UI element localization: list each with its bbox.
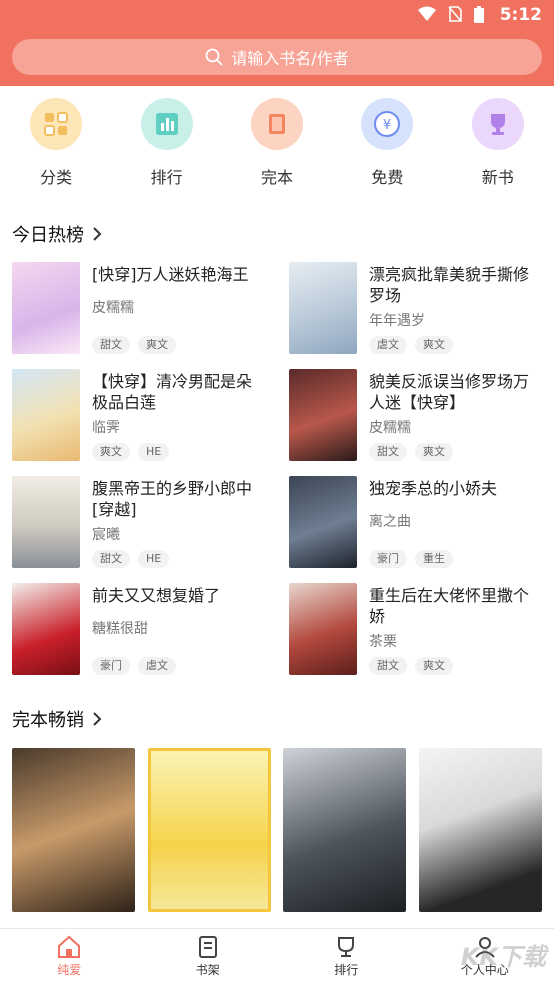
- book-tag: 豪门: [369, 550, 407, 568]
- finished-book-cover[interactable]: [147, 748, 271, 912]
- book-item[interactable]: 【快穿】清冷男配是朵极品白莲 临霁 爽文 HE: [12, 369, 277, 465]
- book-tag: 甜文: [92, 550, 130, 568]
- book-tag: 甜文: [92, 336, 130, 354]
- book-item[interactable]: 前夫又又想复婚了 糖糕很甜 豪门 虐文: [12, 583, 277, 679]
- book-cover: [12, 262, 80, 354]
- finished-book-cover[interactable]: [283, 748, 407, 912]
- tab-rank[interactable]: 排行: [277, 929, 416, 986]
- book-item[interactable]: 漂亮疯批靠美貌手撕修罗场 年年遇岁 虐文 爽文: [289, 262, 554, 358]
- book-tag: 爽文: [92, 443, 130, 461]
- book-tag: HE: [138, 550, 170, 568]
- header: 请输入书名/作者: [0, 30, 554, 86]
- book-tag: 爽文: [415, 336, 453, 354]
- tab-label: 排行: [334, 963, 359, 977]
- category-finished[interactable]: 完本: [232, 98, 322, 194]
- tab-bookshelf[interactable]: 书架: [139, 929, 278, 986]
- book-cover: [289, 476, 357, 568]
- section-finished-label: 完本畅销: [12, 710, 84, 731]
- book-title: 独宠季总的小娇夫: [369, 479, 498, 498]
- section-hot-label: 今日热榜: [12, 225, 84, 246]
- category-bar: 分类 排行 完本 ¥ 免费 新书: [0, 98, 554, 194]
- book-tag: 甜文: [369, 657, 407, 675]
- book-title: 前夫又又想复婚了: [92, 586, 221, 605]
- tab-label: 纯爱: [57, 963, 82, 977]
- category-label: 分类: [40, 168, 73, 187]
- tab-label: 书架: [195, 963, 220, 977]
- book-tag: 豪门: [92, 657, 130, 675]
- category-label: 完本: [260, 168, 293, 187]
- book-author: 年年遇岁: [369, 313, 425, 329]
- category-label: 免费: [371, 168, 404, 187]
- book-item[interactable]: [快穿]万人迷妖艳海王 皮糯糯 甜文 爽文: [12, 262, 277, 358]
- chevron-right-icon: [93, 227, 102, 241]
- book-author: 临霁: [92, 420, 120, 436]
- book-tag: 爽文: [138, 336, 176, 354]
- book-author: 皮糯糯: [369, 420, 411, 436]
- bookshelf-icon: [198, 936, 217, 958]
- book-tag: 重生: [415, 550, 453, 568]
- status-bar: 5:12: [0, 0, 554, 30]
- status-time: 5:12: [499, 5, 542, 25]
- category-rank[interactable]: 排行: [122, 98, 212, 194]
- category-free[interactable]: ¥ 免费: [342, 98, 432, 194]
- book-tag: 爽文: [415, 657, 453, 675]
- finished-book-row: [12, 748, 542, 914]
- tab-pure-love[interactable]: 纯爱: [0, 929, 139, 986]
- book-title: 貌美反派误当修罗场万人迷【快穿】: [369, 372, 530, 412]
- search-placeholder: 请输入书名/作者: [231, 49, 349, 68]
- book-author: 皮糯糯: [92, 300, 134, 316]
- book-cover: [12, 476, 80, 568]
- finished-book-cover[interactable]: [418, 748, 542, 912]
- section-hot-title[interactable]: 今日热榜: [12, 221, 102, 247]
- trophy-icon: [471, 98, 524, 150]
- chart-icon: [140, 98, 193, 150]
- category-label: 新书: [481, 168, 514, 187]
- book-item[interactable]: 重生后在大佬怀里撒个娇 茶栗 甜文 爽文: [289, 583, 554, 679]
- svg-text:¥: ¥: [383, 118, 391, 133]
- book-tag: 虐文: [369, 336, 407, 354]
- wifi-icon: [418, 6, 436, 21]
- search-input[interactable]: 请输入书名/作者: [12, 39, 542, 75]
- book-title: 漂亮疯批靠美貌手撕修罗场: [369, 265, 530, 305]
- book-author: 糖糕很甜: [92, 621, 148, 637]
- book-cover: [289, 262, 357, 354]
- book-title: 重生后在大佬怀里撒个娇: [369, 586, 530, 626]
- home-icon: [58, 935, 81, 958]
- category-label: 排行: [150, 168, 183, 187]
- book-tag: 虐文: [138, 657, 176, 675]
- book-author: 茶栗: [369, 634, 397, 650]
- book-cover: [12, 583, 80, 675]
- finished-book-cover[interactable]: [12, 748, 135, 912]
- category-new[interactable]: 新书: [453, 98, 543, 194]
- no-sim-icon: [448, 6, 462, 22]
- search-icon: [205, 48, 223, 66]
- book-tag: 甜文: [369, 443, 407, 461]
- book-title: 【快穿】清冷男配是朵极品白莲: [92, 372, 253, 412]
- book-item[interactable]: 独宠季总的小娇夫 离之曲 豪门 重生: [289, 476, 554, 572]
- book-cover: [12, 369, 80, 461]
- watermark: KK下载: [460, 943, 546, 971]
- category-classify[interactable]: 分类: [11, 98, 101, 194]
- chevron-right-icon: [93, 712, 102, 726]
- battery-icon: [474, 6, 484, 23]
- book-tag: HE: [138, 443, 170, 461]
- rank-icon: [338, 937, 355, 957]
- book-item[interactable]: 貌美反派误当修罗场万人迷【快穿】 皮糯糯 甜文 爽文: [289, 369, 554, 465]
- book-cover: [289, 369, 357, 461]
- section-finished-title[interactable]: 完本畅销: [12, 706, 102, 732]
- status-icons: [418, 6, 484, 23]
- book-author: 宸曦: [92, 527, 120, 543]
- free-icon: ¥: [361, 98, 414, 150]
- book-icon: [250, 98, 303, 150]
- book-author: 离之曲: [369, 514, 411, 530]
- book-cover: [289, 583, 357, 675]
- book-item[interactable]: 腹黑帝王的乡野小郎中[穿越] 宸曦 甜文 HE: [12, 476, 277, 572]
- book-tag: 爽文: [415, 443, 453, 461]
- grid-icon: [30, 98, 83, 150]
- book-title: 腹黑帝王的乡野小郎中[穿越]: [92, 479, 253, 519]
- book-title: [快穿]万人迷妖艳海王: [92, 265, 249, 284]
